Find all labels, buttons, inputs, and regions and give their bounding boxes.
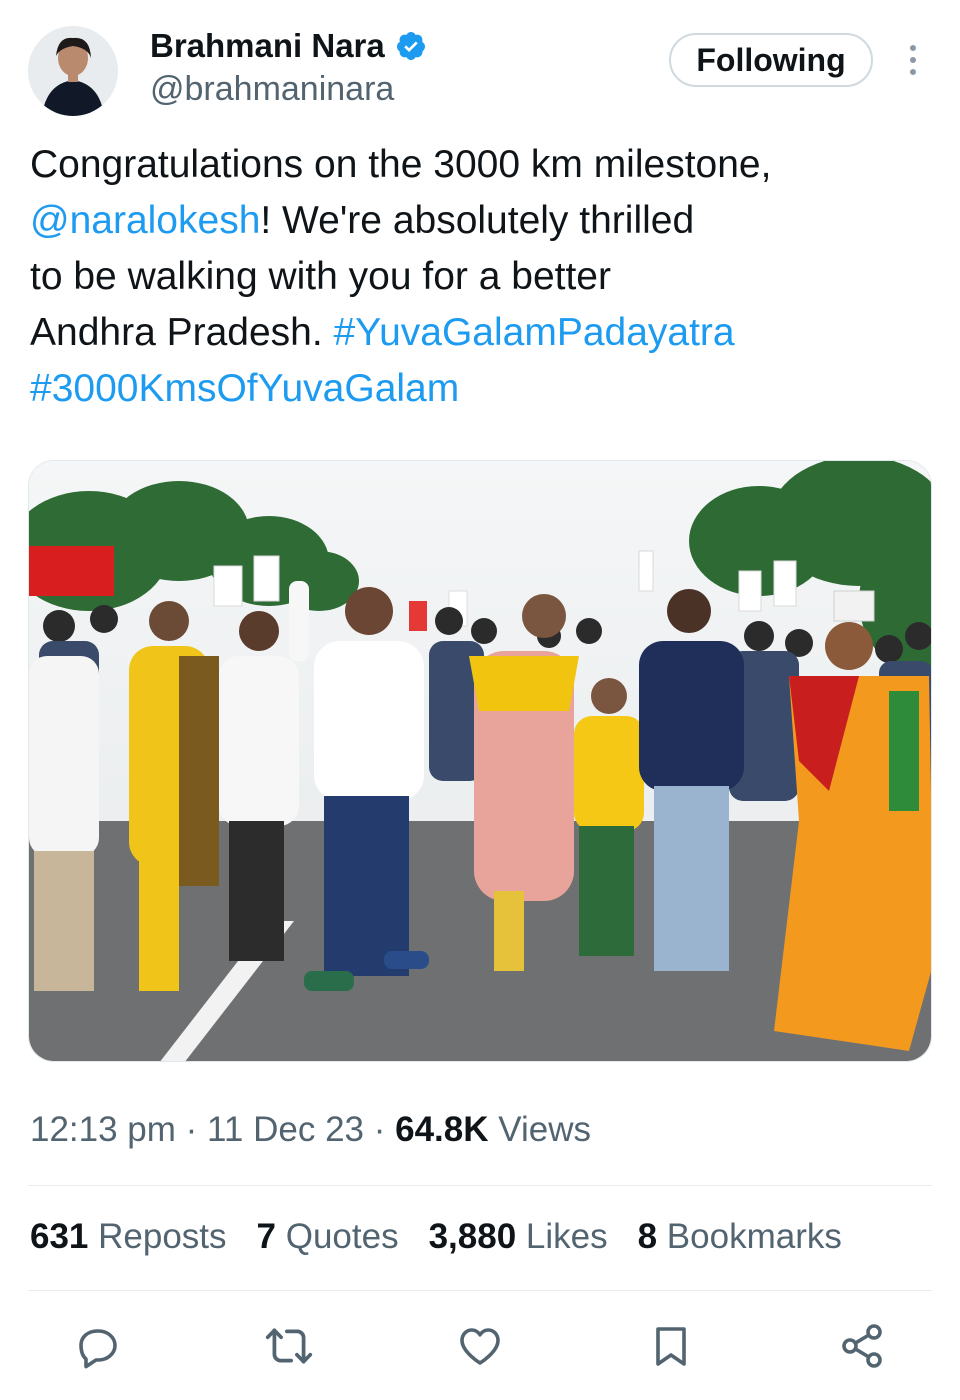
display-name-row: Brahmani Nara	[150, 26, 427, 66]
more-vertical-icon[interactable]	[902, 40, 924, 80]
like-button[interactable]	[452, 1318, 508, 1374]
tweet-action-bar	[0, 1318, 960, 1378]
divider	[28, 1290, 932, 1291]
bookmarks-label: Bookmarks	[657, 1217, 842, 1256]
like-icon	[460, 1328, 500, 1365]
hashtag-link[interactable]: #YuvaGalamPadayatra	[334, 311, 735, 354]
photo-illustration	[29, 461, 931, 1061]
tweet-text-line: #3000KmsOfYuvaGalam	[30, 361, 930, 417]
bookmarks-count: 8	[637, 1217, 658, 1256]
engagement-stats: 631 Reposts 7 Quotes 3,880 Likes 8 Bookm…	[30, 1217, 842, 1257]
reply-button[interactable]	[70, 1318, 126, 1374]
reposts-stat[interactable]: 631 Reposts	[30, 1217, 227, 1257]
tweet-text: Congratulations on the 3000 km milestone…	[30, 137, 930, 417]
likes-stat[interactable]: 3,880 Likes	[429, 1217, 608, 1257]
share-icon	[842, 1324, 882, 1368]
meta-separator: ·	[175, 1110, 208, 1149]
tweet-time[interactable]: 12:13 pm	[30, 1110, 176, 1149]
reposts-label: Reposts	[88, 1217, 227, 1256]
reply-icon	[79, 1329, 117, 1369]
tweet-text-line: Congratulations on the 3000 km milestone…	[30, 143, 772, 186]
repost-icon	[265, 1328, 313, 1364]
likes-count: 3,880	[428, 1217, 517, 1256]
tweet-text-line: @naralokesh! We're absolutely thrilled	[30, 193, 930, 249]
following-button[interactable]: Following	[669, 33, 873, 87]
bookmark-icon	[656, 1327, 686, 1366]
tweet-text-line: Andhra Pradesh. #YuvaGalamPadayatra	[30, 305, 930, 361]
share-button[interactable]	[834, 1318, 890, 1374]
tweet-text-segment: Andhra Pradesh.	[30, 311, 334, 354]
tweet-date[interactable]: 11 Dec 23	[207, 1110, 364, 1149]
user-handle[interactable]: @brahmaninara	[150, 70, 394, 109]
tweet-text-segment: ! We're absolutely thrilled	[260, 199, 695, 242]
avatar[interactable]	[28, 26, 118, 116]
bookmarks-stat[interactable]: 8 Bookmarks	[638, 1217, 842, 1257]
likes-label: Likes	[516, 1217, 608, 1256]
tweet-meta: 12:13 pm · 11 Dec 23 · 64.8K Views	[30, 1110, 591, 1150]
bookmark-button[interactable]	[643, 1318, 699, 1374]
tweet-photo[interactable]	[28, 460, 932, 1062]
quotes-label: Quotes	[276, 1217, 399, 1256]
quotes-stat[interactable]: 7 Quotes	[257, 1217, 399, 1257]
views-label: Views	[488, 1110, 591, 1149]
views-count: 64.8K	[395, 1110, 489, 1149]
repost-button[interactable]	[261, 1318, 317, 1374]
display-name[interactable]: Brahmani Nara	[150, 27, 385, 65]
mention-link[interactable]: @naralokesh	[30, 199, 260, 242]
hashtag-link[interactable]: #3000KmsOfYuvaGalam	[30, 367, 459, 410]
divider	[28, 1185, 932, 1186]
tweet-header: Brahmani Nara @brahmaninara Following	[0, 0, 960, 130]
quotes-count: 7	[256, 1217, 276, 1256]
meta-separator: ·	[364, 1110, 396, 1149]
verified-badge-icon	[396, 32, 425, 60]
reposts-count: 631	[30, 1217, 89, 1256]
tweet-text-line: to be walking with you for a better	[30, 255, 611, 298]
